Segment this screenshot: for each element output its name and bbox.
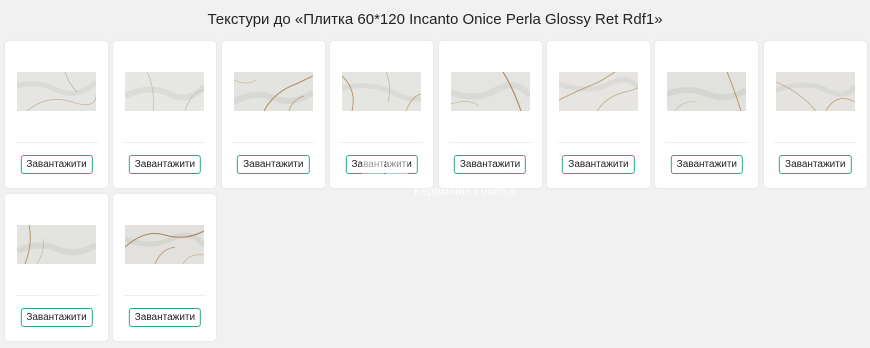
marble-texture-thumbnail[interactable]: [233, 72, 313, 111]
card-divider: [231, 142, 315, 143]
download-button[interactable]: Завантажити: [345, 155, 418, 174]
marble-texture-thumbnail[interactable]: [125, 72, 205, 111]
marble-texture-thumbnail[interactable]: [450, 72, 530, 111]
marble-texture-thumbnail[interactable]: [667, 72, 747, 111]
marble-texture-thumbnail[interactable]: [17, 72, 96, 111]
card-divider: [773, 142, 857, 143]
card-divider: [15, 295, 98, 296]
texture-card: Завантажити: [5, 194, 108, 341]
card-divider: [556, 142, 640, 143]
texture-card: Завантажити: [113, 41, 217, 188]
download-button[interactable]: Завантажити: [237, 155, 310, 174]
marble-texture-thumbnail[interactable]: [17, 225, 96, 264]
download-button[interactable]: Завантажити: [128, 155, 202, 174]
texture-card: Завантажити: [655, 41, 759, 188]
card-divider: [15, 142, 98, 143]
download-button[interactable]: Завантажити: [128, 308, 202, 327]
card-divider: [123, 142, 207, 143]
card-divider: [123, 295, 207, 296]
card-divider: [665, 142, 749, 143]
texture-card: Завантажити: [221, 41, 325, 188]
marble-texture-thumbnail[interactable]: [558, 72, 638, 111]
texture-card: Завантажити: [330, 41, 434, 188]
card-divider: [340, 142, 424, 143]
download-button[interactable]: Завантажити: [779, 155, 852, 174]
download-button[interactable]: Завантажити: [20, 155, 93, 174]
marble-texture-thumbnail[interactable]: [125, 225, 205, 264]
card-divider: [448, 142, 532, 143]
texture-card: Завантажити: [763, 41, 867, 188]
texture-card: Завантажити: [5, 41, 108, 188]
texture-card: Завантажити: [113, 194, 217, 341]
texture-grid: Завантажити Завантажити Завантажити Зава…: [5, 41, 867, 341]
marble-texture-thumbnail[interactable]: [342, 72, 422, 111]
texture-card: Завантажити: [438, 41, 542, 188]
texture-card: Завантажити: [546, 41, 650, 188]
page-title: Текстури до «Плитка 60*120 Incanto Onice…: [207, 11, 663, 28]
download-button[interactable]: Завантажити: [670, 155, 744, 174]
download-button[interactable]: Завантажити: [20, 308, 93, 327]
download-button[interactable]: Завантажити: [453, 155, 527, 174]
marble-texture-thumbnail[interactable]: [775, 72, 855, 111]
download-button[interactable]: Завантажити: [562, 155, 635, 174]
